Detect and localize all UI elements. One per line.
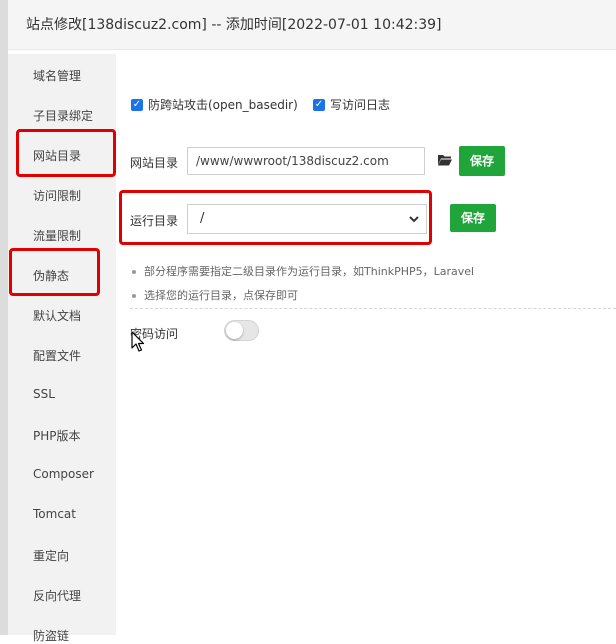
anti-cross-site-checkbox[interactable]: ✓ 防跨站攻击(open_basedir) xyxy=(131,96,298,113)
site-dir-save-button[interactable]: 保存 xyxy=(459,146,505,176)
dialog-titlebar: 站点修改[138discuz2.com] -- 添加时间[2022-07-01 … xyxy=(8,0,616,50)
mouse-cursor-icon xyxy=(131,331,145,352)
toggle-knob xyxy=(226,322,243,339)
help-tips-list: 部分程序需要指定二级目录作为运行目录，如ThinkPHP5，Laravel 选择… xyxy=(130,264,474,312)
sidebar-item-redirect[interactable]: 重定向 xyxy=(33,547,69,564)
access-log-checkbox[interactable]: ✓ 写访问日志 xyxy=(313,96,390,113)
sidebar-item-traffic-limit[interactable]: 流量限制 xyxy=(33,227,81,244)
checkbox-checked-icon: ✓ xyxy=(313,98,325,111)
sidebar-item-config-file[interactable]: 配置文件 xyxy=(33,347,81,364)
highlight-rewrite-tab xyxy=(9,248,100,296)
run-dir-save-button[interactable]: 保存 xyxy=(450,204,496,232)
sidebar-item-tomcat[interactable]: Tomcat xyxy=(33,507,76,521)
sidebar-item-access-limit[interactable]: 访问限制 xyxy=(33,187,81,204)
password-access-toggle[interactable] xyxy=(224,320,259,341)
sidebar-item-hotlink[interactable]: 防盗链 xyxy=(33,627,69,644)
sidebar-item-subdir-binding[interactable]: 子目录绑定 xyxy=(33,107,93,124)
site-edit-dialog: 站点修改[138discuz2.com] -- 添加时间[2022-07-01 … xyxy=(8,0,616,643)
background-frame xyxy=(0,0,8,635)
sidebar-item-composer[interactable]: Composer xyxy=(33,467,94,481)
site-dir-label: 网站目录 xyxy=(130,156,179,170)
checkbox-checked-icon: ✓ xyxy=(131,98,143,111)
anti-cross-site-label: 防跨站攻击(open_basedir) xyxy=(148,98,298,112)
sidebar-item-ssl[interactable]: SSL xyxy=(33,387,55,401)
main-panel: ✓ 防跨站攻击(open_basedir) ✓ 写访问日志 网站目录 /www/… xyxy=(116,54,616,635)
highlight-site-dir-tab xyxy=(16,129,116,177)
sidebar-item-php-version[interactable]: PHP版本 xyxy=(33,427,81,444)
site-dir-input[interactable]: /www/wwwroot/138discuz2.com xyxy=(187,147,425,175)
dialog-title: 站点修改[138discuz2.com] -- 添加时间[2022-07-01 … xyxy=(26,17,442,33)
list-item: 部分程序需要指定二级目录作为运行目录，如ThinkPHP5，Laravel xyxy=(130,264,474,288)
sidebar-item-domain[interactable]: 域名管理 xyxy=(33,67,81,84)
highlight-run-dir-row xyxy=(119,190,432,245)
folder-open-icon[interactable] xyxy=(437,153,453,167)
sidebar-item-default-doc[interactable]: 默认文档 xyxy=(33,307,81,324)
divider xyxy=(130,308,616,309)
access-log-label: 写访问日志 xyxy=(330,98,391,112)
sidebar-item-reverse-proxy[interactable]: 反向代理 xyxy=(33,587,81,604)
